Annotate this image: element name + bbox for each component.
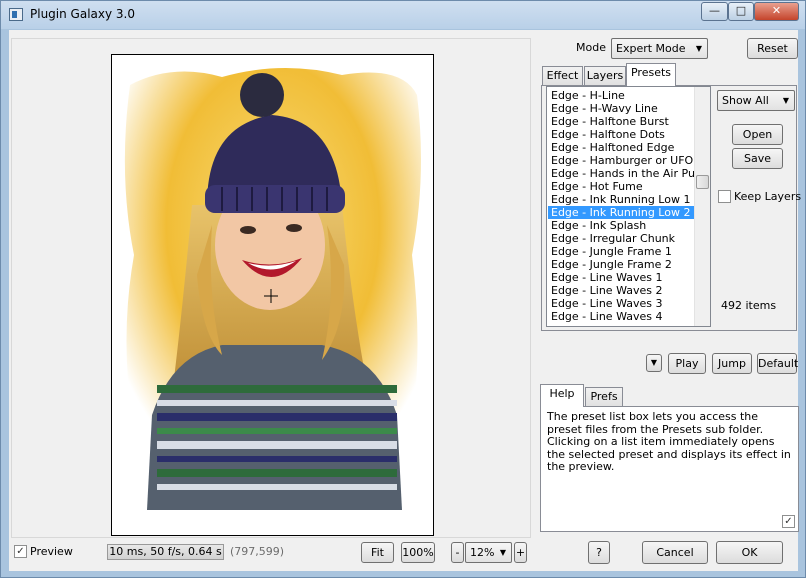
zoom-value: 12% — [470, 546, 495, 559]
tab-help[interactable]: Help — [540, 384, 584, 407]
preset-list-item[interactable]: Edge - Irregular Chunk — [548, 232, 696, 245]
playback-menu-button[interactable]: ▼ — [646, 354, 662, 372]
help-button[interactable]: ? — [588, 541, 610, 564]
preset-list-item[interactable]: Edge - Jungle Frame 2 — [548, 258, 696, 271]
maximize-button[interactable]: □ — [728, 2, 754, 21]
cancel-button[interactable]: Cancel — [642, 541, 708, 564]
preset-list-item[interactable]: Edge - Ink Running Low 2 — [548, 206, 696, 219]
reset-button[interactable]: Reset — [747, 38, 798, 59]
dialog-client-area: Mode Expert Mode ▼ Reset Effect Layers P… — [9, 30, 802, 571]
zoom-dropdown[interactable]: 12% ▼ — [465, 542, 512, 563]
preset-list-item[interactable]: Edge - Halftoned Edge — [548, 141, 696, 154]
keep-layers-checkbox[interactable] — [718, 190, 731, 203]
app-icon — [9, 8, 23, 21]
zoom-out-button[interactable]: - — [451, 542, 464, 563]
tab-presets[interactable]: Presets — [626, 63, 676, 86]
jump-button[interactable]: Jump — [712, 353, 752, 374]
tab-prefs[interactable]: Prefs — [585, 387, 623, 407]
title-bar[interactable]: Plugin Galaxy 3.0 — □ ✕ — [1, 1, 805, 29]
preset-list[interactable]: Edge - H-Line Edge - H-Wavy Line Edge - Ha… — [546, 86, 711, 327]
preview-image[interactable] — [111, 54, 434, 536]
ok-button[interactable]: OK — [716, 541, 783, 564]
zoom-100-button[interactable]: 100% — [401, 542, 435, 563]
default-button[interactable]: Default — [757, 353, 798, 374]
preset-list-item[interactable]: Edge - Line Waves 2 — [548, 284, 696, 297]
preset-list-item[interactable]: Edge - Line Waves 1 — [548, 271, 696, 284]
preview-checkbox[interactable]: ✓ — [14, 545, 27, 558]
plugin-galaxy-window: Plugin Galaxy 3.0 — □ ✕ Mode Expert Mode… — [0, 0, 806, 578]
filter-value: Show All — [722, 94, 769, 107]
preset-list-item[interactable]: Edge - Halftone Dots — [548, 128, 696, 141]
preset-count: 492 items — [721, 299, 777, 312]
preset-list-item[interactable]: Edge - Jungle Frame 1 — [548, 245, 696, 258]
preset-list-item[interactable]: Edge - Ink Splash — [548, 219, 696, 232]
save-preset-button[interactable]: Save — [732, 148, 783, 169]
preset-list-scrollbar[interactable] — [694, 87, 710, 326]
keep-layers-label: Keep Layers — [734, 190, 802, 203]
preset-list-item[interactable]: Edge - Halftone Burst — [548, 115, 696, 128]
help-checkbox[interactable]: ✓ — [782, 515, 795, 528]
preview-area — [11, 38, 531, 538]
mode-dropdown[interactable]: Expert Mode ▼ — [611, 38, 708, 59]
fit-button[interactable]: Fit — [361, 542, 394, 563]
preset-list-item[interactable]: Edge - Hamburger or UFO — [548, 154, 696, 167]
scroll-thumb[interactable] — [696, 175, 709, 189]
help-panel: The preset list box lets you access the … — [540, 406, 799, 532]
chevron-down-icon: ▼ — [782, 96, 789, 105]
open-preset-button[interactable]: Open — [732, 124, 783, 145]
tab-layers[interactable]: Layers — [584, 66, 626, 86]
preview-photo — [112, 55, 433, 535]
preset-list-item[interactable]: Edge - Hot Fume — [548, 180, 696, 193]
preset-list-item[interactable]: Edge - H-Wavy Line — [548, 102, 696, 115]
filter-dropdown[interactable]: Show All ▼ — [717, 90, 795, 111]
preset-list-item[interactable]: Edge - Ink Running Low 1 — [548, 193, 696, 206]
timing-readout: 10 ms, 50 f/s, 0.64 s — [107, 544, 224, 560]
preset-list-item[interactable]: Edge - Line Waves 3 — [548, 297, 696, 310]
preset-list-items: Edge - H-Line Edge - H-Wavy Line Edge - Ha… — [548, 89, 696, 323]
mode-value: Expert Mode — [616, 42, 686, 55]
help-text: The preset list box lets you access the … — [547, 410, 791, 473]
window-title: Plugin Galaxy 3.0 — [30, 7, 135, 21]
mode-label: Mode — [576, 41, 606, 54]
zoom-in-button[interactable]: + — [514, 542, 527, 563]
chevron-down-icon: ▼ — [695, 44, 702, 53]
play-button[interactable]: Play — [668, 353, 706, 374]
chevron-down-icon: ▼ — [499, 548, 506, 557]
preset-list-item[interactable]: Edge - H-Line — [548, 89, 696, 102]
tab-effect[interactable]: Effect — [542, 66, 583, 86]
preset-list-item[interactable]: Edge - Line Waves 4 — [548, 310, 696, 323]
preview-label: Preview — [30, 545, 73, 558]
preset-list-item[interactable]: Edge - Hands in the Air Puppet — [548, 167, 696, 180]
minimize-button[interactable]: — — [701, 2, 728, 21]
cursor-coords: (797,599) — [230, 545, 285, 558]
close-button[interactable]: ✕ — [754, 2, 799, 21]
